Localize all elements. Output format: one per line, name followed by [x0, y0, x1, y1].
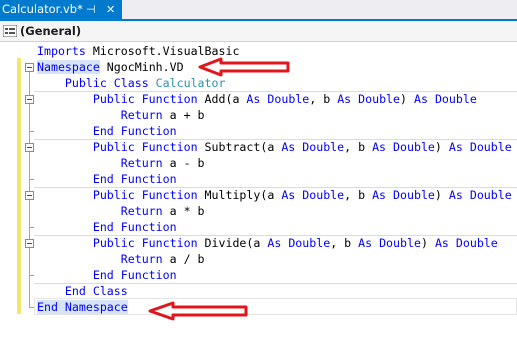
double-keyword: Double: [455, 236, 498, 250]
function-keyword: Public Function: [92, 92, 198, 106]
collapse-function-toggle[interactable]: [25, 239, 34, 248]
code-line-function-add: Public Function Add(a As Double, b As Do…: [92, 92, 477, 106]
arrow-shape-namespace: [198, 57, 290, 77]
outline-guide: [29, 72, 30, 307]
double-keyword: Double: [393, 140, 435, 154]
return-keyword: Return: [120, 108, 163, 122]
as-keyword: As: [281, 188, 296, 202]
code-line-end-function-subtract: End Function: [37, 171, 177, 187]
outline-end-tick: [29, 275, 34, 276]
code-line-class: Public Class Calculator: [37, 75, 226, 91]
code-line-function-divide: Public Function Divide(a As Double, b As…: [92, 236, 498, 250]
procedure-separator: [34, 139, 517, 140]
as-keyword: As: [414, 92, 428, 106]
navigation-bar[interactable]: (General): [0, 21, 517, 42]
code-line-end-function-multiply: End Function: [37, 219, 177, 235]
double-keyword: Double: [434, 92, 477, 106]
double-keyword: Double: [288, 236, 331, 250]
procedure-separator: [34, 235, 517, 236]
outline-end-tick: [29, 131, 34, 132]
pin-icon[interactable]: ⊣: [86, 0, 96, 19]
imports-keyword: Imports: [37, 44, 86, 58]
as-keyword: As: [358, 236, 373, 250]
end-function-keyword: End Function: [92, 220, 177, 234]
code-line-return-multiply: Return a * b: [37, 203, 205, 219]
namespace-name: NgocMinh.VD: [99, 60, 184, 74]
code-line-return-add: Return a + b: [37, 107, 205, 123]
code-line-end-function-divide: End Function: [37, 267, 177, 283]
as-keyword: As: [246, 92, 261, 106]
procedure-separator: [34, 187, 517, 188]
end-function-keyword: End Function: [92, 268, 177, 282]
imports-target: Microsoft.VisualBasic: [85, 44, 240, 58]
code-line-namespace: Namespace NgocMinh.VD: [37, 59, 184, 75]
as-keyword: As: [448, 140, 463, 154]
function-signature: Subtract(a: [197, 140, 282, 154]
return-keyword: Return: [120, 252, 163, 266]
change-tracking-margin: [17, 58, 21, 314]
double-keyword: Double: [379, 236, 421, 250]
double-keyword: Double: [393, 188, 435, 202]
double-keyword: Double: [358, 92, 401, 106]
end-function-keyword: End Function: [92, 172, 177, 186]
document-tab-strip: Calculator.vb* ⊣ ✕: [0, 0, 517, 21]
function-signature: Multiply(a: [197, 188, 282, 202]
double-keyword: Double: [302, 188, 345, 202]
double-keyword: Double: [469, 140, 512, 154]
close-icon[interactable]: ✕: [106, 0, 115, 19]
collapse-namespace-toggle[interactable]: [25, 63, 34, 72]
return-expression: a / b: [162, 252, 205, 266]
double-keyword: Double: [267, 92, 310, 106]
code-line-return-divide: Return a / b: [37, 251, 205, 267]
outline-end-tick: [29, 227, 34, 228]
as-keyword: As: [337, 92, 352, 106]
return-expression: a - b: [162, 156, 205, 170]
tab-title: Calculator.vb*: [2, 2, 83, 16]
procedure-separator: [34, 91, 517, 92]
as-keyword: As: [281, 140, 296, 154]
vb-class-icon: [3, 25, 17, 37]
as-keyword: As: [267, 236, 282, 250]
function-signature: Add(a: [197, 92, 247, 106]
function-keyword: Public Function: [92, 140, 198, 154]
code-line-end-class: End Class: [37, 283, 128, 299]
tab-calculator-vb[interactable]: Calculator.vb* ⊣ ✕: [0, 0, 122, 19]
current-line-highlight: [34, 298, 517, 315]
code-line-end-function-add: End Function: [37, 123, 177, 139]
function-keyword: Public Function: [92, 188, 198, 202]
double-keyword: Double: [469, 188, 512, 202]
as-keyword: As: [434, 236, 449, 250]
code-line-return-subtract: Return a - b: [37, 155, 205, 171]
return-expression: a + b: [162, 108, 205, 122]
code-line-imports: Imports Microsoft.VisualBasic: [37, 43, 239, 59]
procedure-separator: [34, 283, 517, 284]
as-keyword: As: [448, 188, 463, 202]
function-signature: Divide(a: [197, 236, 268, 250]
code-line-function-subtract: Public Function Subtract(a As Double, b …: [92, 140, 512, 154]
end-function-keyword: End Function: [92, 124, 177, 138]
double-keyword: Double: [302, 140, 345, 154]
navbar-scope-label: (General): [20, 24, 82, 38]
as-keyword: As: [372, 140, 387, 154]
end-class-keyword: End Class: [64, 284, 128, 298]
class-name: Calculator: [155, 76, 226, 90]
class-keyword: Public Class: [64, 76, 156, 90]
code-line-function-multiply: Public Function Multiply(a As Double, b …: [92, 188, 512, 202]
collapse-function-toggle[interactable]: [25, 191, 34, 200]
return-keyword: Return: [120, 204, 163, 218]
collapse-function-toggle[interactable]: [25, 143, 34, 152]
collapse-function-toggle[interactable]: [25, 95, 34, 104]
function-keyword: Public Function: [92, 236, 198, 250]
outline-end-tick: [29, 179, 34, 180]
namespace-keyword: Namespace: [37, 60, 100, 74]
return-expression: a * b: [162, 204, 205, 218]
return-keyword: Return: [120, 156, 163, 170]
as-keyword: As: [372, 188, 387, 202]
